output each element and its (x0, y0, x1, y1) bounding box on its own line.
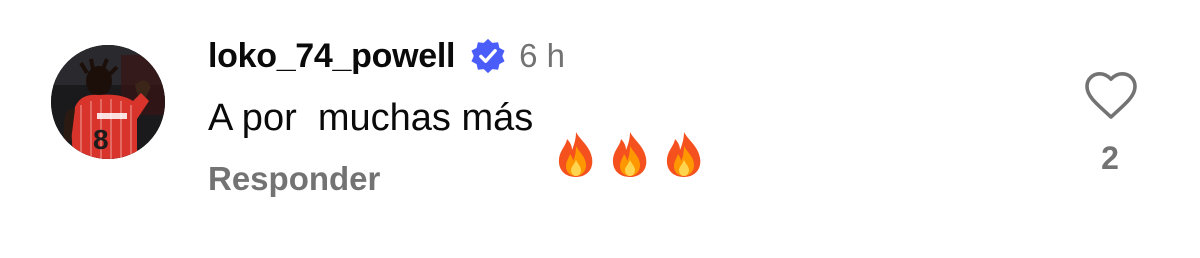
timestamp: 6 h (519, 37, 565, 74)
fire-icon (608, 94, 652, 177)
fire-icon (662, 94, 706, 177)
like-button[interactable] (1084, 70, 1138, 122)
verified-badge-icon (469, 37, 507, 75)
username-link[interactable]: loko_74_powell (208, 37, 455, 76)
fire-icon (554, 94, 598, 177)
heart-outline-icon (1085, 72, 1137, 119)
comment-body: A por muchas más (208, 94, 706, 177)
comment-header: loko_74_powell 6 h (208, 34, 565, 78)
comment-item: 8 loko_74_powell 6 h A por muchas más Re… (0, 0, 1200, 258)
avatar-jersey-number: 8 (93, 124, 109, 155)
comment-text: A por muchas más (208, 96, 544, 139)
reply-button[interactable]: Responder (208, 160, 380, 198)
avatar[interactable]: 8 (51, 45, 165, 159)
like-count: 2 (1101, 140, 1119, 176)
